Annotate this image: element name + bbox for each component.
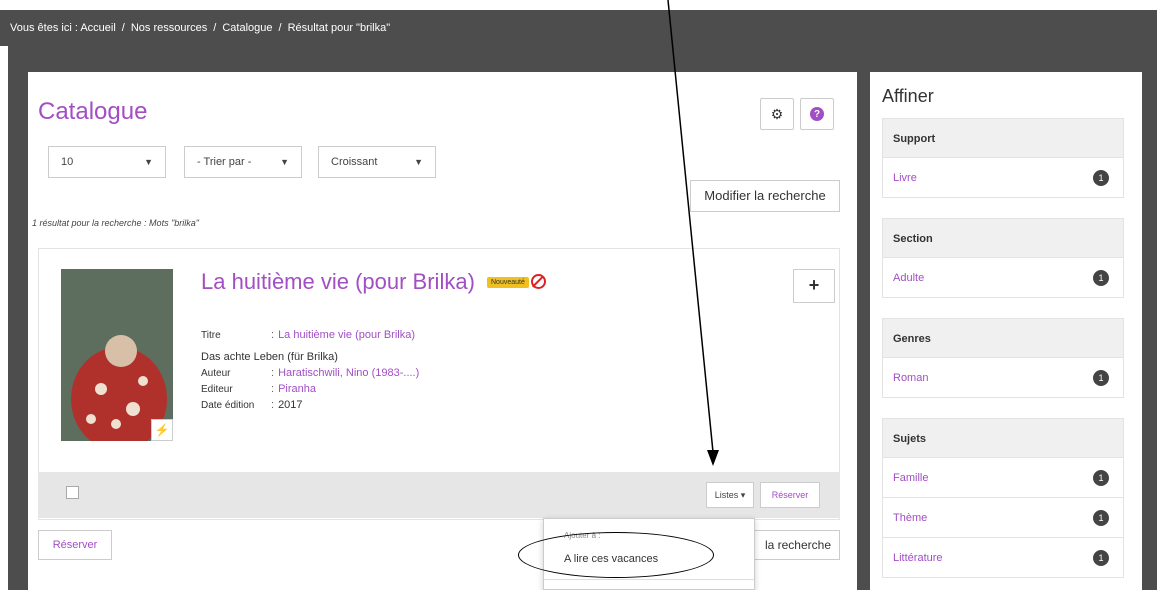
modify-search-bottom-button[interactable]: la recherche (744, 530, 840, 560)
count-badge: 1 (1093, 510, 1109, 526)
new-badge: Nouveauté (487, 277, 529, 288)
count-badge: 1 (1093, 370, 1109, 386)
facet-label: Littérature (893, 552, 943, 564)
facet-item-litterature[interactable]: Littérature 1 (882, 538, 1124, 578)
facet-item-theme[interactable]: Thème 1 (882, 498, 1124, 538)
original-title: Das achte Leben (für Brilka) (201, 351, 338, 363)
dropdown-divider (544, 579, 754, 580)
per-page-select[interactable]: 10 ▼ (48, 146, 166, 178)
field-label: Titre (201, 330, 221, 341)
sort-by-value: - Trier par - (197, 156, 252, 168)
record-title[interactable]: La huitième vie (pour Brilka) (201, 269, 475, 295)
field-value: 2017 (278, 399, 303, 411)
gear-icon: ⚙ (770, 105, 784, 122)
caret-down-icon: ▾ (740, 490, 746, 500)
facet-item-adulte[interactable]: Adulte 1 (882, 258, 1124, 298)
count-badge: 1 (1093, 170, 1109, 186)
facet-item-famille[interactable]: Famille 1 (882, 458, 1124, 498)
caret-down-icon: ▼ (414, 157, 423, 167)
breadcrumb-separator: / (278, 22, 282, 34)
highlight-ellipse (518, 532, 714, 578)
per-page-value: 10 (61, 156, 74, 168)
settings-button[interactable]: ⚙ (760, 98, 794, 130)
page-title: Catalogue (38, 98, 148, 125)
caret-down-icon: ▼ (144, 157, 153, 167)
lightning-icon[interactable]: ⚡ (151, 419, 173, 441)
facet-item-livre[interactable]: Livre 1 (882, 158, 1124, 198)
facet-header-genres: Genres (882, 318, 1124, 358)
facet-label: Thème (893, 512, 928, 524)
help-button[interactable]: ? (800, 98, 834, 130)
modify-search-button[interactable]: Modifier la recherche (690, 180, 840, 212)
help-icon: ? (810, 107, 824, 121)
facet-header-sujets: Sujets (882, 418, 1124, 458)
field-auteur: Auteur: Haratischwili, Nino (1983-....) (201, 367, 420, 379)
sidebar-title: Affiner (882, 86, 934, 106)
refine-sidebar: Affiner Support Livre 1 Section Adulte 1… (870, 72, 1142, 590)
facet-item-roman[interactable]: Roman 1 (882, 358, 1124, 398)
facet-label: Famille (893, 472, 929, 484)
caret-down-icon: ▼ (280, 157, 289, 167)
facet-header-section: Section (882, 218, 1124, 258)
facet-label: Roman (893, 372, 929, 384)
select-checkbox[interactable] (66, 486, 79, 499)
lists-button[interactable]: Listes ▾ (706, 482, 754, 508)
field-value[interactable]: Haratischwili, Nino (1983-....) (278, 367, 419, 379)
breadcrumb-separator: / (213, 22, 217, 34)
field-label: Editeur (201, 384, 233, 395)
field-value[interactable]: La huitième vie (pour Brilka) (278, 329, 415, 341)
result-count: 1 résultat pour la recherche : Mots "bri… (32, 218, 199, 228)
reserve-small-button[interactable]: Réserver (760, 482, 820, 508)
count-badge: 1 (1093, 270, 1109, 286)
breadcrumb-bar: Vous êtes ici : Accueil / Nos ressources / C… (0, 10, 1157, 46)
field-editeur: Editeur: Piranha (201, 383, 316, 395)
field-label: Auteur (201, 368, 231, 379)
plus-icon: + (808, 275, 820, 295)
record-action-bar: Listes ▾ Réserver (38, 472, 840, 518)
facet-label: Adulte (893, 272, 925, 284)
sort-by-select[interactable]: - Trier par - ▼ (184, 146, 302, 178)
field-value[interactable]: Piranha (278, 383, 316, 395)
catalogue-panel: Catalogue ⚙ ? 10 ▼ - Trier par - ▼ Crois… (28, 72, 857, 590)
book-cover[interactable]: ⚡ (61, 269, 173, 441)
breadcrumb-separator: / (121, 22, 125, 34)
add-button[interactable]: + (793, 269, 835, 303)
breadcrumb-nos-ressources[interactable]: Nos ressources (131, 22, 207, 34)
order-value: Croissant (331, 156, 378, 168)
field-titre: Titre: La huitième vie (pour Brilka) (201, 329, 416, 341)
facet-label: Livre (893, 172, 917, 184)
lists-label: Listes (714, 490, 739, 500)
count-badge: 1 (1093, 470, 1109, 486)
field-label: Date édition (201, 400, 255, 411)
breadcrumb-current: Résultat pour "brilka" (287, 22, 391, 34)
count-badge: 1 (1093, 550, 1109, 566)
breadcrumb-prefix: Vous êtes ici : (10, 22, 78, 34)
breadcrumb-catalogue[interactable]: Catalogue (222, 22, 272, 34)
breadcrumb-accueil[interactable]: Accueil (80, 22, 115, 34)
order-select[interactable]: Croissant ▼ (318, 146, 436, 178)
field-date: Date édition:2017 (201, 399, 303, 411)
reserve-button[interactable]: Réserver (38, 530, 112, 560)
forbidden-icon (531, 274, 546, 289)
facet-header-support: Support (882, 118, 1124, 158)
